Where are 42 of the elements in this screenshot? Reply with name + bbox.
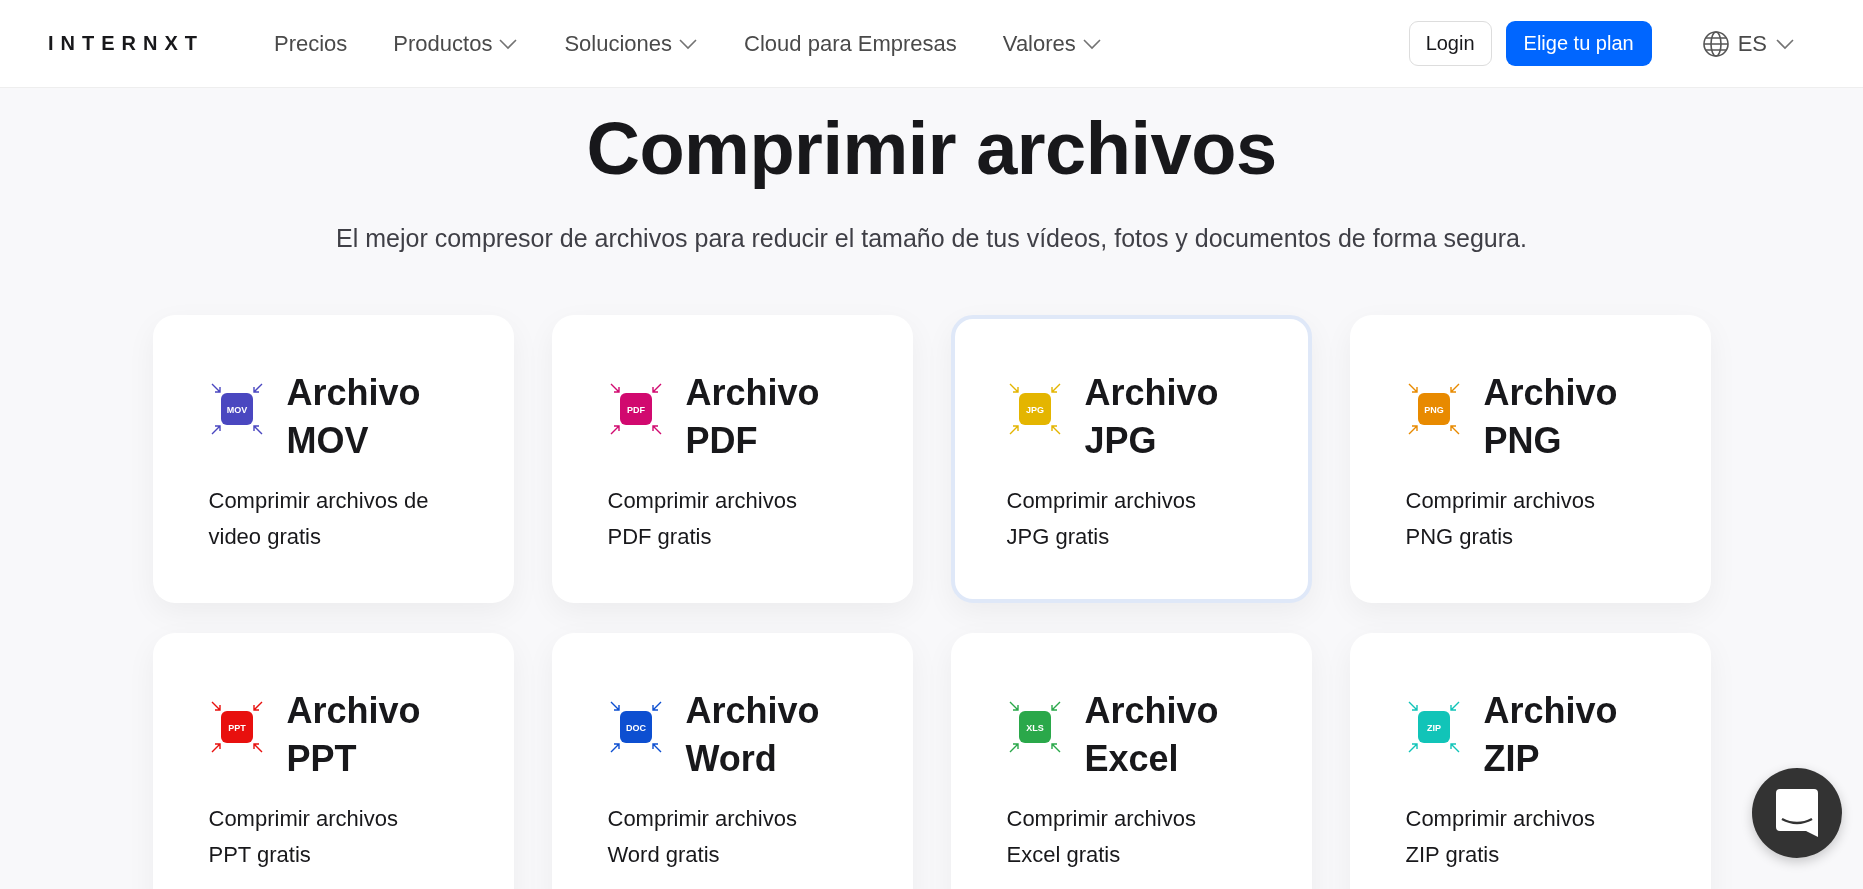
card-description: Comprimir archivos PNG gratis [1405, 487, 1596, 551]
nav-link[interactable]: Valores [992, 30, 1112, 57]
file-type-card[interactable]: PPT Archivo PPT Comprimir archivos PPT gratis [152, 633, 514, 889]
language-selector[interactable]: ES [1691, 29, 1805, 58]
nav-link[interactable]: Soluciones [554, 30, 709, 57]
chat-icon [1776, 789, 1818, 837]
chevron-down-icon [1775, 37, 1795, 50]
page-subtitle: El mejor compresor de archivos para reducir el tamaño de tus vídeos, fotos y documentos de forma segura. [335, 224, 1528, 253]
file-type-card[interactable]: DOC Archivo Word Comprimir archivos Word gratis [551, 633, 913, 889]
chevron-down-icon [678, 37, 699, 50]
card-title: Archivo ZIP [1483, 689, 1619, 781]
chat-button[interactable] [1752, 768, 1842, 858]
logo[interactable]: INTERNXT [48, 32, 204, 55]
card-description: Comprimir archivos JPG gratis [1006, 487, 1197, 551]
card-description: Comprimir archivos ZIP gratis [1405, 805, 1596, 869]
card-title: Archivo PNG [1483, 371, 1619, 463]
card-title: Archivo JPG [1084, 371, 1220, 463]
nav-link[interactable]: Cloud para Empresas [734, 30, 967, 57]
file-type-card[interactable]: ZIP Archivo ZIP Comprimir archivos ZIP gratis [1349, 633, 1711, 889]
card-title: Archivo Excel [1084, 689, 1220, 781]
file-type-card[interactable]: JPG Archivo JPG Comprimir archivos JPG gratis [950, 315, 1312, 603]
card-description: Comprimir archivos de video gratis [208, 487, 430, 551]
card-title: Archivo PDF [685, 371, 821, 463]
chevron-down-icon [498, 37, 519, 50]
nav-link[interactable]: Precios [264, 30, 358, 57]
card-description: Comprimir archivos PPT gratis [208, 805, 399, 869]
file-type-card[interactable]: PNG Archivo PNG Comprimir archivos PNG gratis [1349, 315, 1711, 603]
card-title: Archivo Word [685, 689, 821, 781]
card-description: Comprimir archivos Excel gratis [1006, 805, 1197, 869]
file-type-card[interactable]: PDF Archivo PDF Comprimir archivos PDF gratis [551, 315, 913, 603]
card-description: Comprimir archivos Word gratis [607, 805, 798, 869]
card-description: Comprimir archivos PDF gratis [607, 487, 798, 551]
login-button[interactable]: Login [1408, 21, 1492, 66]
file-type-card[interactable]: MOV Archivo MOV Comprimir archivos de video gratis [152, 315, 514, 603]
chevron-down-icon [1081, 37, 1102, 50]
globe-icon [1701, 29, 1730, 58]
choose-plan-button[interactable]: Elige tu plan [1505, 21, 1652, 66]
card-title: Archivo PPT [286, 689, 422, 781]
file-type-card[interactable]: XLS Archivo Excel Comprimir archivos Excel gratis [950, 633, 1312, 889]
page-title: Comprimir archivos [585, 106, 1278, 192]
nav-link[interactable]: Productos [383, 30, 529, 57]
card-title: Archivo MOV [286, 371, 422, 463]
